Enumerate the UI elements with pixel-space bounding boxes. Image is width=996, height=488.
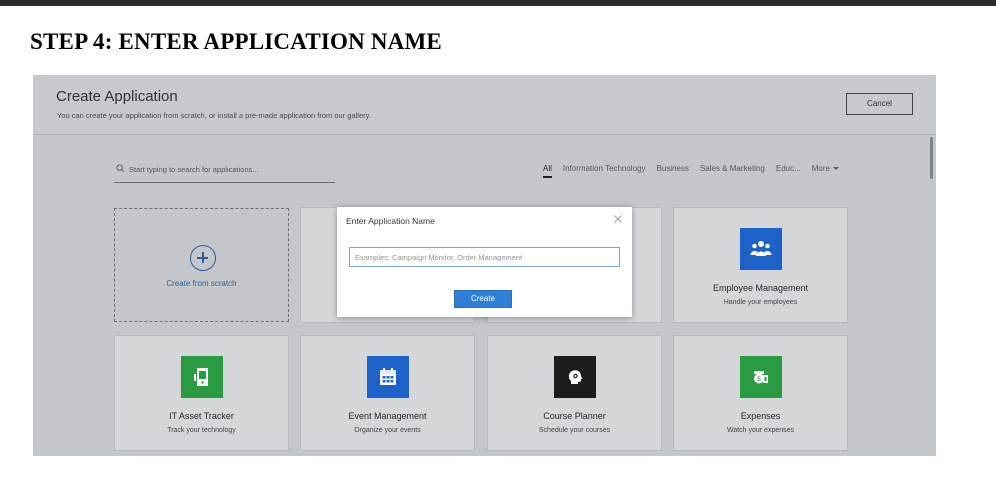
card-title: Event Management [348,411,427,421]
app-card-expenses[interactable]: $ Expenses Watch your expenses [673,335,848,451]
tab-information-technology[interactable]: Information Technology [563,164,646,178]
tab-education[interactable]: Educ... [776,164,801,178]
card-subtitle: Schedule your courses [538,427,611,434]
more-label: More [811,164,830,173]
category-tabs: All Information Technology Business Sale… [543,164,850,178]
card-subtitle: Handle your employees [723,299,798,306]
plus-circle-icon [190,245,216,271]
step-heading: STEP 4: ENTER APPLICATION NAME [30,29,442,54]
card-title: IT Asset Tracker [169,411,234,421]
search-input[interactable] [129,162,329,176]
app-card-it-asset-tracker[interactable]: IT Asset Tracker Track your technology [114,335,289,451]
card-subtitle: Track your technology [167,427,236,434]
search-box [114,161,335,183]
page-subtitle: You can create your application from scr… [57,111,371,120]
card-subtitle: Organize your events [354,427,421,434]
people-icon [740,228,782,270]
more-dropdown[interactable]: More [812,164,839,178]
app-screenshot: Create Application You can create your a… [33,75,936,456]
tab-business[interactable]: Business [656,164,688,178]
close-icon[interactable] [613,214,623,224]
app-header: Create Application You can create your a… [33,75,936,135]
calendar-icon [367,356,409,398]
tab-sales-marketing[interactable]: Sales & Marketing [700,164,765,178]
wallet-icon: $ [740,356,782,398]
page-title: Create Application [56,88,178,105]
tab-all[interactable]: All [543,164,552,178]
app-card-event-management[interactable]: Event Management Organize your events [300,335,475,451]
svg-text:$: $ [757,375,761,383]
create-from-scratch-label: Create from scratch [166,279,237,288]
app-card-employee-management[interactable]: Employee Management Handle your employee… [673,207,848,323]
device-icon [181,356,223,398]
scrollbar[interactable] [930,137,933,179]
card-title: Expenses [740,411,781,421]
cancel-button[interactable]: Cancel [846,93,913,115]
card-title: Employee Management [712,283,809,293]
card-subtitle: Watch your expenses [726,427,795,434]
top-border [0,0,996,6]
create-button[interactable]: Create [454,290,512,308]
dialog-title: Enter Application Name [346,216,435,226]
enter-application-name-dialog: Enter Application Name Create [337,207,632,317]
caret-down-icon [833,167,839,170]
app-card-course-planner[interactable]: Course Planner Schedule your courses [487,335,662,451]
create-from-scratch-card[interactable]: Create from scratch [114,208,289,322]
search-icon [116,164,125,173]
lightbulb-head-icon [554,356,596,398]
card-title: Course Planner [543,411,606,421]
application-name-input[interactable] [349,247,620,267]
